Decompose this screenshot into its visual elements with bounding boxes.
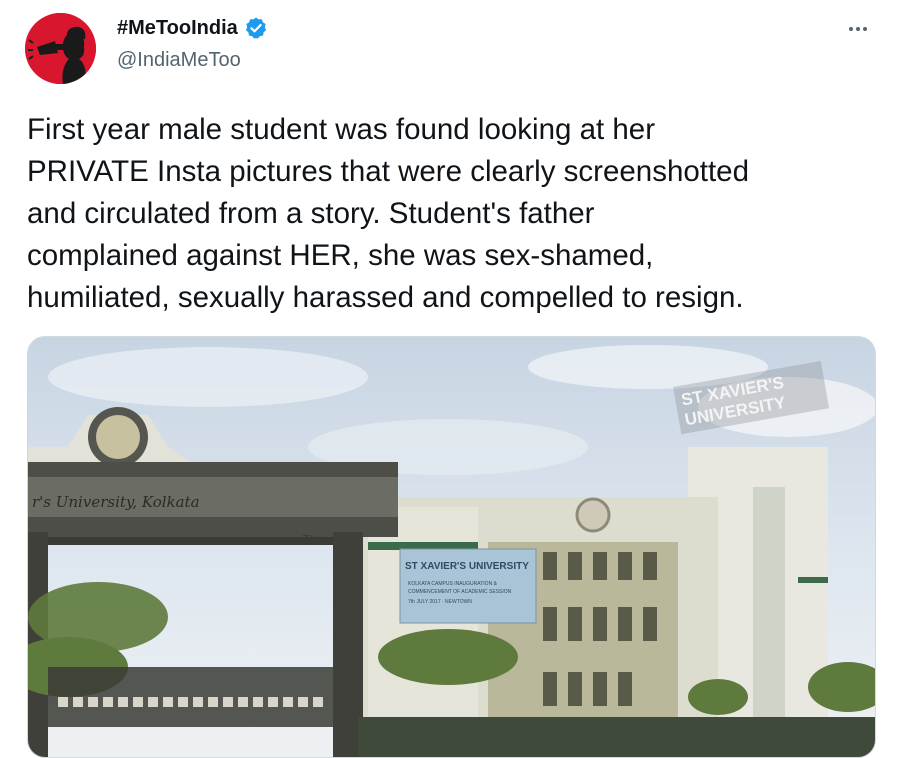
name-row: #MeTooIndia [117,16,268,40]
banner-line2: COMMENCEMENT OF ACADEMIC SESSION [408,589,512,595]
avatar-illustration-icon [25,13,96,84]
avatar[interactable] [25,13,96,84]
more-horizontal-icon [849,27,867,31]
banner-line1: KOLKATA CAMPUS INAUGURATION & [408,581,498,587]
tweet-media-image[interactable]: ST XAVIER'S UNIVERSITY ST XAVIER'S UNIVE… [27,336,876,758]
gate-inscription: r's University, Kolkata [32,493,200,511]
tweet-card: #MeTooIndia @IndiaMeToo First year male … [0,0,901,758]
handle[interactable]: @IndiaMeToo [117,49,241,72]
university-campus-photo: ST XAVIER'S UNIVERSITY ST XAVIER'S UNIVE… [28,337,875,757]
banner-title: ST XAVIER'S UNIVERSITY [405,561,529,572]
display-name[interactable]: #MeTooIndia [117,17,238,40]
verified-badge-icon [244,16,268,40]
banner-line3: 7th JULY 2017 · NEWTOWN [408,599,472,605]
more-options-button[interactable] [838,14,878,44]
tweet-text: First year male student was found lookin… [27,113,749,314]
